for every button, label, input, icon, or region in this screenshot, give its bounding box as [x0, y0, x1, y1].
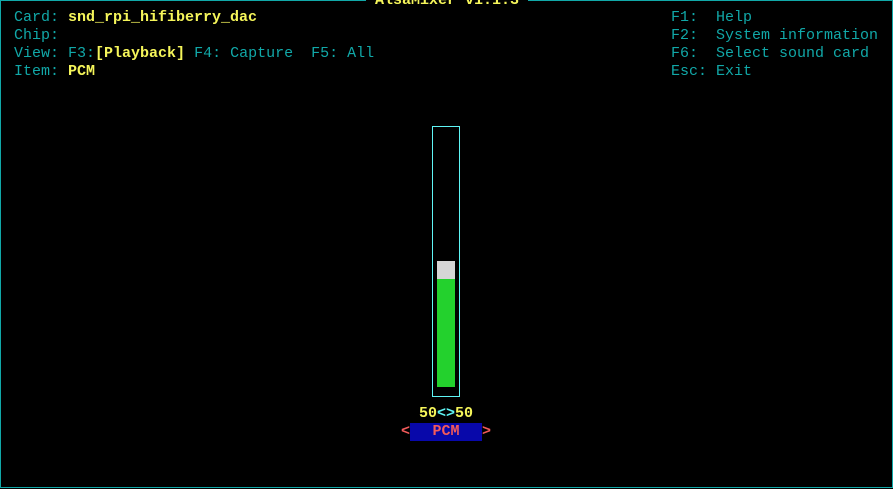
- help-f1[interactable]: F1: Help: [671, 9, 752, 27]
- view-label: View:: [14, 45, 60, 62]
- item-name: PCM: [68, 63, 96, 80]
- card-name: snd_rpi_hifiberry_dac: [68, 9, 258, 26]
- card-label: Card:: [14, 9, 60, 26]
- control-name-pcm[interactable]: PCM: [410, 423, 482, 441]
- left-arrow[interactable]: <: [401, 423, 410, 441]
- right-arrow[interactable]: >: [482, 423, 491, 441]
- help-esc[interactable]: Esc: Exit: [671, 63, 752, 81]
- help-f2[interactable]: F2: System information: [671, 27, 878, 45]
- volume-level-fill: [437, 279, 455, 387]
- help-f6[interactable]: F6: Select sound card: [671, 45, 869, 63]
- volume-slider[interactable]: [437, 131, 455, 387]
- app-title: AlsaMixer v1.1.3: [366, 0, 529, 10]
- view-capture[interactable]: F4: Capture: [194, 45, 293, 62]
- f3-key[interactable]: F3:: [68, 45, 95, 62]
- volume-readout: 50<>50: [419, 405, 474, 422]
- view-playback[interactable]: [Playback]: [95, 45, 185, 62]
- view-all[interactable]: F5: All: [311, 45, 374, 62]
- item-label: Item:: [14, 63, 60, 80]
- volume-level-cap: [437, 261, 455, 279]
- chip-label: Chip:: [14, 27, 60, 44]
